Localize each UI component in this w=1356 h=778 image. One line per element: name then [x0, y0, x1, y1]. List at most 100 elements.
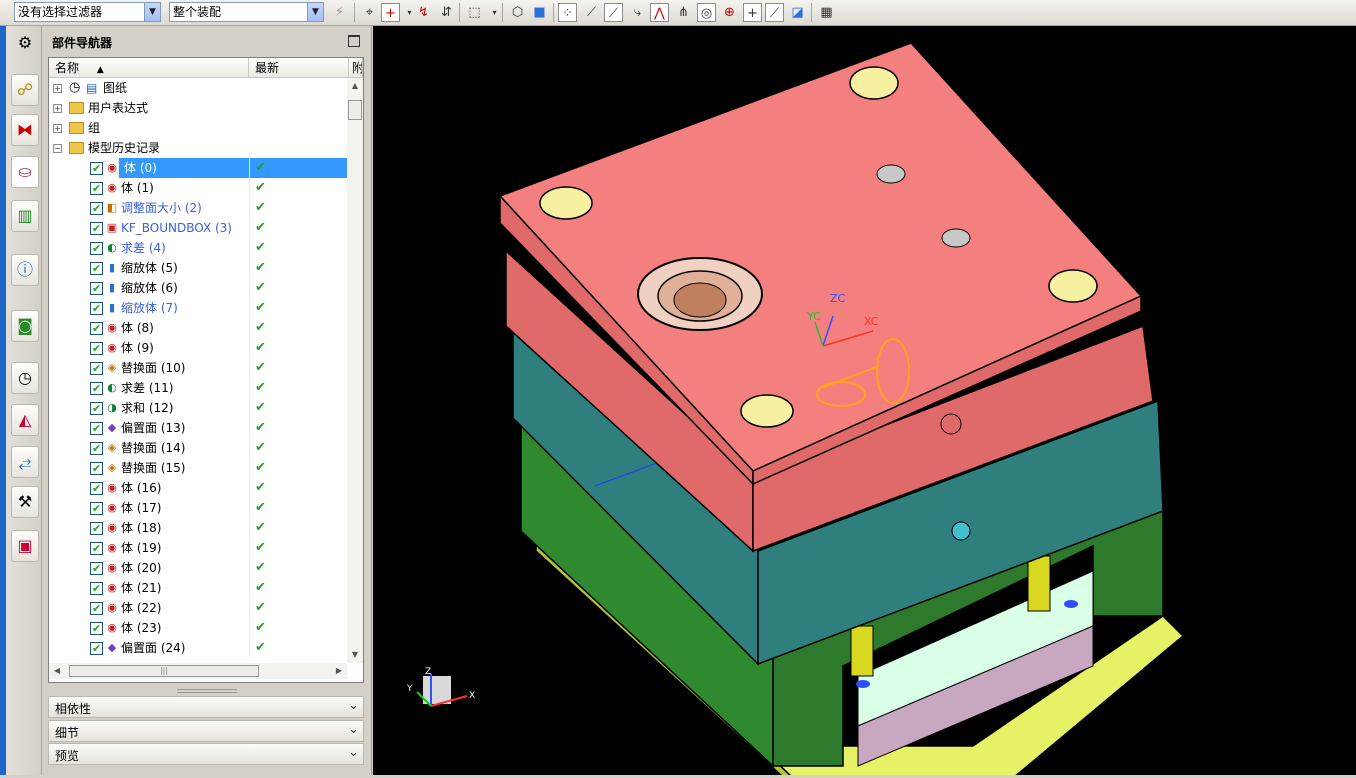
process-studio-icon[interactable]: ⥄ [11, 446, 39, 478]
visibility-checkbox[interactable]: ✔ [90, 502, 103, 515]
expand-icon[interactable]: + [53, 124, 62, 133]
tree-feature-row[interactable]: ✔ ◉ 体 (16) ✔ [49, 478, 347, 498]
column-header-latest[interactable]: 最新 [249, 58, 349, 78]
tree-feature-row[interactable]: ✔ ◈ 替换面 (10) ✔ [49, 358, 347, 378]
tree-feature-row[interactable]: ✔ ▮ 缩放体 (6) ✔ [49, 278, 347, 298]
snap-grid-icon[interactable]: ⁘ [558, 3, 577, 22]
tree-feature-row[interactable]: ✔ ▣ KF_BOUNDBOX (3) ✔ [49, 218, 347, 238]
visibility-checkbox[interactable]: ✔ [90, 242, 103, 255]
chevron-down-icon[interactable]: ⌄ [348, 745, 359, 760]
visibility-checkbox[interactable]: ✔ [90, 202, 103, 215]
scroll-thumb[interactable]: ||| [69, 665, 259, 677]
graphics-window[interactable]: ZC YC XC Z X Y [373, 26, 1356, 778]
tree-feature-row[interactable]: ✔ ◉ 体 (0) ✔ [49, 158, 347, 178]
visibility-checkbox[interactable]: ✔ [90, 642, 103, 655]
guide-bushing[interactable] [740, 394, 794, 428]
grid-icon[interactable]: ▦ [817, 3, 836, 22]
reuse-library-icon[interactable]: ▥ [11, 200, 39, 232]
scroll-left-icon[interactable]: ◀ [49, 663, 65, 679]
visibility-checkbox[interactable]: ✔ [90, 522, 103, 535]
maximize-icon[interactable] [348, 35, 360, 47]
chevron-down-icon[interactable]: ▼ [307, 3, 323, 21]
vertical-scrollbar[interactable]: ▲ ▼ [347, 78, 363, 663]
visibility-checkbox[interactable]: ✔ [90, 422, 103, 435]
endpoint-icon[interactable]: ⟋ [582, 3, 601, 22]
visibility-checkbox[interactable]: ✔ [90, 562, 103, 575]
section-details[interactable]: 细节 ⌄ [48, 720, 364, 742]
solid-body-icon[interactable]: ■ [530, 3, 549, 22]
panel-splitter[interactable] [177, 689, 237, 693]
tree-feature-row[interactable]: ✔ ◈ 替换面 (14) ✔ [49, 438, 347, 458]
midpoint-icon[interactable]: ⟋ [604, 3, 623, 22]
sprue-bushing[interactable] [673, 282, 727, 318]
screw-hole[interactable] [940, 413, 962, 435]
scroll-down-icon[interactable]: ▼ [347, 647, 363, 663]
column-header-name[interactable]: 名称 ▲ [49, 58, 249, 78]
scroll-right-icon[interactable]: ▶ [331, 663, 347, 679]
lightning-icon[interactable]: ⚡ [330, 3, 349, 22]
tree-folder-drawings[interactable]: + ◷ ▤ 图纸 [49, 78, 347, 98]
assembly-navigator-icon[interactable]: ☍ [11, 74, 39, 106]
existing-point-icon[interactable]: + [743, 3, 762, 22]
tree-feature-row[interactable]: ✔ ◉ 体 (17) ✔ [49, 498, 347, 518]
chevron-down-icon[interactable]: ▼ [144, 3, 160, 21]
tree-feature-row[interactable]: ✔ ◉ 体 (9) ✔ [49, 338, 347, 358]
system-materials-icon[interactable]: ▣ [11, 530, 39, 562]
visibility-checkbox[interactable]: ✔ [90, 382, 103, 395]
visibility-checkbox[interactable]: ✔ [90, 542, 103, 555]
tree-feature-row[interactable]: ✔ ◉ 体 (20) ✔ [49, 558, 347, 578]
guide-bushing[interactable] [539, 186, 593, 220]
point-on-face-icon[interactable]: ◪ [788, 3, 807, 22]
tree-feature-row[interactable]: ✔ ◉ 体 (19) ✔ [49, 538, 347, 558]
guide-bushing[interactable] [849, 66, 899, 100]
system-scene-icon[interactable]: ◭ [11, 404, 39, 436]
expand-icon[interactable]: + [53, 84, 62, 93]
tree-feature-row[interactable]: ✔ ◈ 替换面 (15) ✔ [49, 458, 347, 478]
select-point-icon[interactable]: + [381, 3, 400, 22]
tree-feature-row[interactable]: ✔ ◉ 体 (18) ✔ [49, 518, 347, 538]
tree-folder-groups[interactable]: + 组 [49, 118, 347, 138]
rectangle-select-icon[interactable]: ⬚ [465, 3, 484, 22]
assembly-scope-combo[interactable]: 整个装配 ▼ [169, 2, 324, 22]
tree-feature-row[interactable]: ✔ ◑ 求和 (12) ✔ [49, 398, 347, 418]
ejector-hole[interactable] [1064, 600, 1078, 608]
tree-feature-row[interactable]: ✔ ▮ 缩放体 (7) ✔ [49, 298, 347, 318]
visibility-checkbox[interactable]: ✔ [90, 582, 103, 595]
tree-feature-row[interactable]: ✔ ◉ 体 (1) ✔ [49, 178, 347, 198]
visibility-checkbox[interactable]: ✔ [90, 222, 103, 235]
arc-center-icon[interactable]: ⋔ [674, 3, 693, 22]
tree-feature-row[interactable]: ✔ ◆ 偏置面 (13) ✔ [49, 418, 347, 438]
circle-center-icon[interactable]: ◎ [697, 3, 716, 22]
tree-feature-row[interactable]: ✔ ◧ 调整面大小 (2) ✔ [49, 198, 347, 218]
visibility-checkbox[interactable]: ✔ [90, 182, 103, 195]
web-browser-icon[interactable]: ⓘ [11, 254, 39, 286]
scroll-thumb[interactable] [348, 100, 362, 120]
visibility-checkbox[interactable]: ✔ [90, 302, 103, 315]
tree-feature-row[interactable]: ✔ ◉ 体 (21) ✔ [49, 578, 347, 598]
collapse-icon[interactable]: − [53, 144, 62, 153]
tree-feature-row[interactable]: ✔ ◉ 体 (23) ✔ [49, 618, 347, 638]
tree-feature-row[interactable]: ✔ ◉ 体 (22) ✔ [49, 598, 347, 618]
visibility-checkbox[interactable]: ✔ [90, 342, 103, 355]
ejector-hole[interactable] [856, 680, 870, 688]
tree-feature-row[interactable]: ✔ ◐ 求差 (4) ✔ [49, 238, 347, 258]
ejector-pin[interactable] [1027, 555, 1051, 612]
palette-icon[interactable]: ◙ [11, 310, 39, 342]
cooling-hole[interactable] [951, 521, 971, 541]
control-point-icon[interactable]: ⤷ [628, 3, 647, 22]
deselect-icon[interactable]: ⇵ [437, 3, 456, 22]
quadrant-point-icon[interactable]: ⊕ [720, 3, 739, 22]
guide-bushing[interactable] [1048, 269, 1098, 303]
scroll-up-icon[interactable]: ▲ [347, 78, 363, 94]
tree-feature-row[interactable]: ✔ ▮ 缩放体 (5) ✔ [49, 258, 347, 278]
visibility-checkbox[interactable]: ✔ [90, 442, 103, 455]
tree-feature-row[interactable]: ✔ ◆ 偏置面 (24) ✔ [49, 638, 347, 658]
visibility-checkbox[interactable]: ✔ [90, 282, 103, 295]
column-header-extra[interactable]: 附 [349, 58, 363, 78]
tree-folder-model-history[interactable]: − 模型历史记录 [49, 138, 347, 158]
section-preview[interactable]: 预览 ⌄ [48, 743, 364, 765]
screw-hole[interactable] [876, 164, 906, 184]
point-on-curve-icon[interactable]: ⟋ [765, 3, 784, 22]
visibility-checkbox[interactable]: ✔ [90, 362, 103, 375]
visibility-checkbox[interactable]: ✔ [90, 262, 103, 275]
